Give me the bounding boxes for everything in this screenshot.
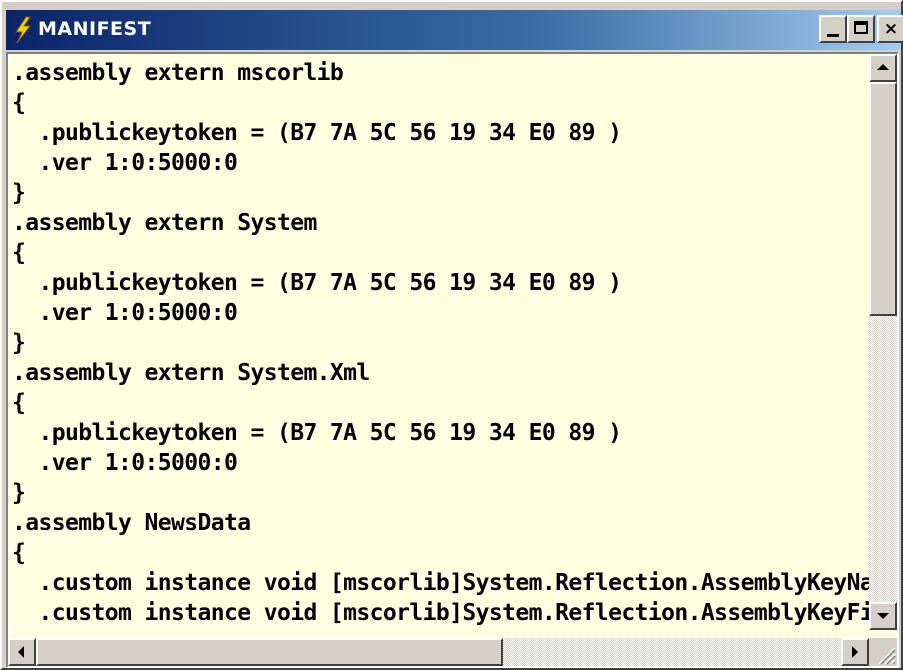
vertical-scroll-thumb[interactable]: [869, 82, 897, 316]
arrow-down-icon: [877, 613, 889, 619]
scroll-left-button[interactable]: [8, 638, 36, 666]
maximize-icon: [854, 21, 868, 34]
code-line: }: [12, 480, 26, 506]
minimize-button[interactable]: [819, 15, 847, 43]
manifest-window: MANIFEST × .assembly extern mscorlib { .p…: [0, 0, 903, 670]
maximize-button[interactable]: [847, 15, 875, 43]
code-line: }: [12, 180, 26, 206]
code-line: {: [12, 540, 26, 566]
scroll-right-button[interactable]: [841, 638, 869, 666]
code-line: .custom instance void [mscorlib]System.R…: [12, 600, 869, 626]
manifest-text[interactable]: .assembly extern mscorlib { .publickeytok…: [8, 54, 869, 630]
code-line: {: [12, 90, 26, 116]
window-title: MANIFEST: [38, 18, 152, 40]
arrow-up-icon: [877, 64, 889, 70]
code-line: .publickeytoken = (B7 7A 5C 56 19 34 E0 …: [12, 270, 622, 296]
code-line: {: [12, 390, 26, 416]
code-line: .assembly extern System: [12, 210, 317, 236]
scroll-down-button[interactable]: [869, 602, 897, 630]
arrow-left-icon: [18, 646, 24, 658]
close-icon: ×: [883, 19, 899, 39]
code-line: .assembly extern mscorlib: [12, 60, 344, 86]
arrow-right-icon: [852, 646, 858, 658]
title-bar[interactable]: MANIFEST ×: [6, 10, 903, 50]
code-line: {: [12, 240, 26, 266]
code-line: .custom instance void [mscorlib]System.R…: [12, 570, 869, 596]
vertical-scrollbar[interactable]: [869, 54, 897, 630]
code-line: .ver 1:0:5000:0: [12, 300, 238, 326]
lightning-bolt-icon: [12, 16, 34, 44]
code-line: .publickeytoken = (B7 7A 5C 56 19 34 E0 …: [12, 120, 622, 146]
code-line: .ver 1:0:5000:0: [12, 450, 238, 476]
scroll-up-button[interactable]: [869, 54, 897, 82]
code-line: .assembly extern System.Xml: [12, 360, 370, 386]
horizontal-scrollbar[interactable]: [8, 638, 869, 666]
editor-area: .assembly extern mscorlib { .publickeytok…: [6, 52, 899, 668]
code-line: .publickeytoken = (B7 7A 5C 56 19 34 E0 …: [12, 420, 622, 446]
horizontal-scroll-thumb[interactable]: [36, 638, 503, 666]
code-line: .assembly NewsData: [12, 510, 251, 536]
code-line: .ver 1:0:5000:0: [12, 150, 238, 176]
close-button[interactable]: ×: [877, 15, 903, 43]
code-line: }: [12, 330, 26, 356]
size-grip[interactable]: [869, 638, 897, 666]
minimize-icon: [827, 34, 839, 37]
